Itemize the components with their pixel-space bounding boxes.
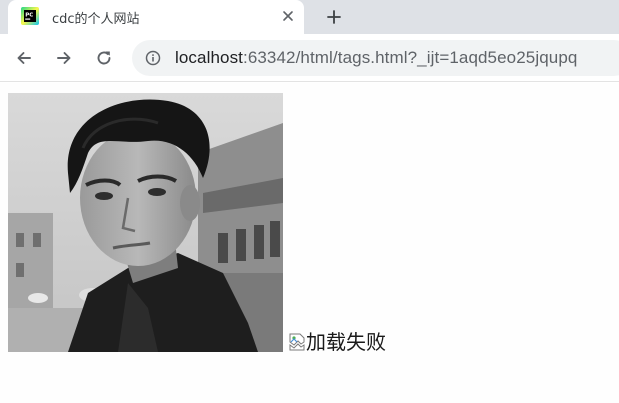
info-icon[interactable] [145, 50, 161, 66]
address-bar[interactable]: localhost:63342/html/tags.html?_ijt=1aqd… [132, 40, 619, 76]
active-tab[interactable]: PC cdc的个人网站 [8, 0, 304, 34]
close-icon [283, 11, 293, 21]
broken-image: 加载失败 [289, 330, 386, 354]
new-tab-button[interactable] [321, 4, 347, 30]
pycharm-icon: PC [21, 7, 39, 25]
url-path: :63342/html/tags.html?_ijt=1aqd5eo25jqup… [243, 48, 578, 67]
broken-image-icon [289, 333, 305, 351]
close-tab-button[interactable] [278, 6, 298, 26]
forward-button[interactable] [50, 44, 78, 72]
portrait-photo [8, 93, 283, 352]
page-content: 加载失败 [0, 83, 619, 403]
svg-text:PC: PC [25, 13, 33, 19]
plus-icon [327, 10, 341, 24]
tab-strip: PC cdc的个人网站 [0, 0, 619, 34]
tab-title: cdc的个人网站 [52, 12, 140, 27]
image-alt-text: 加载失败 [306, 330, 386, 354]
back-arrow-icon [17, 52, 31, 64]
url-host: localhost [175, 48, 243, 67]
browser-toolbar: localhost:63342/html/tags.html?_ijt=1aqd… [0, 34, 619, 82]
forward-arrow-icon [57, 52, 71, 64]
url-text: localhost:63342/html/tags.html?_ijt=1aqd… [175, 48, 577, 68]
reload-icon [97, 51, 111, 65]
reload-button[interactable] [90, 44, 118, 72]
back-button[interactable] [10, 44, 38, 72]
